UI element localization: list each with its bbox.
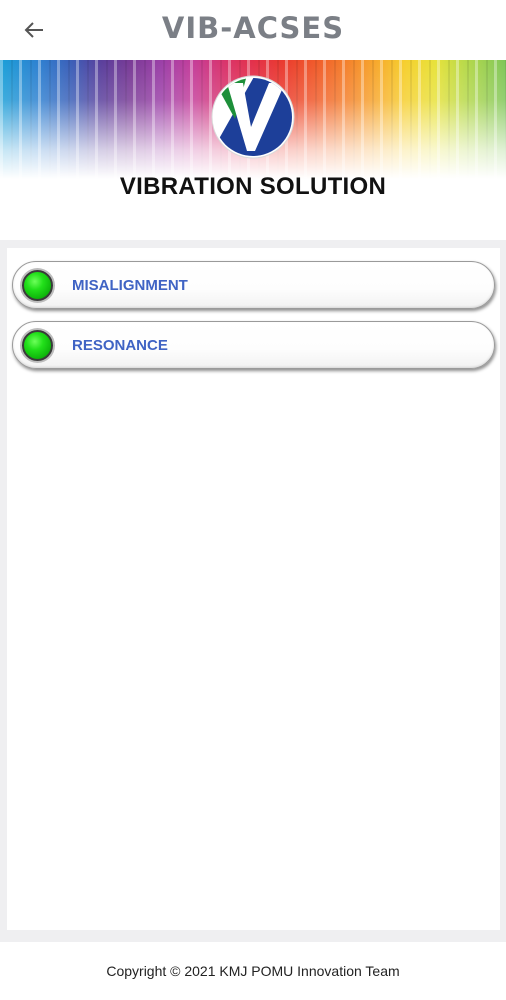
app-screen: VIB-ACSES VIBRATION SOLUTION MISALIGNMEN… [0, 0, 506, 1000]
menu-item-misalignment[interactable]: MISALIGNMENT [12, 261, 495, 309]
vibration-logo-icon [211, 75, 295, 159]
top-app-bar: VIB-ACSES [0, 0, 506, 60]
menu-item-resonance[interactable]: RESONANCE [12, 321, 495, 369]
banner-title: VIBRATION SOLUTION [119, 173, 387, 200]
green-status-led-icon [22, 330, 53, 361]
banner: VIBRATION SOLUTION [0, 60, 506, 240]
green-status-led-icon [22, 270, 53, 301]
menu-item-label: RESONANCE [72, 337, 168, 354]
menu-item-label: MISALIGNMENT [72, 277, 188, 294]
footer: Copyright © 2021 KMJ POMU Innovation Tea… [0, 942, 506, 1000]
app-title: VIB-ACSES [161, 11, 345, 45]
copyright-text: Copyright © 2021 KMJ POMU Innovation Tea… [106, 963, 400, 979]
